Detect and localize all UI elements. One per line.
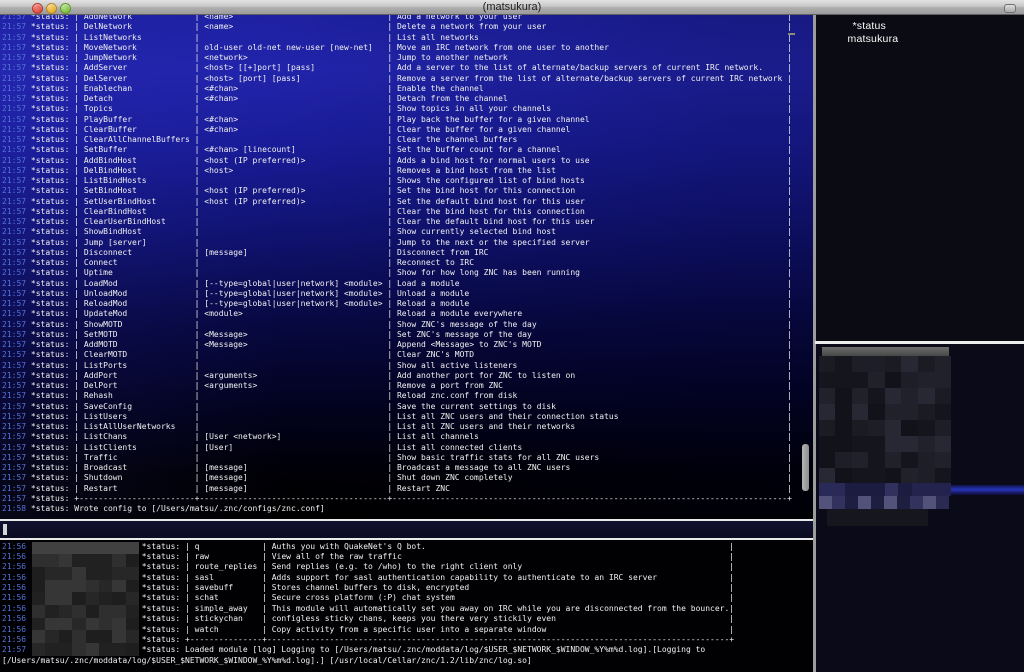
table-row: 21:57 *status: | Topics | | Show topics … <box>2 104 792 114</box>
table-row: 21:57 *status: | ClearMOTD | | Clear ZNC… <box>2 350 792 360</box>
terminal-window: (matsukura) 21:57 *status: | AddNetwork … <box>0 0 1024 672</box>
table-row: 21:57 *status: | ClearAllChannelBuffers … <box>2 135 792 145</box>
table-row: [/Users/matsu/.znc/moddata/log/$USER_$NE… <box>2 656 734 666</box>
redaction-blue-band <box>819 496 950 509</box>
table-row: 21:57 *status: | ShowMOTD | | Show ZNC's… <box>2 320 792 330</box>
redaction-box <box>32 542 139 656</box>
table-row: 21:57 *status: | DelBindHost | <host> | … <box>2 166 792 176</box>
table-row: 21:57 *status: | AddNetwork | <name> | A… <box>2 14 792 22</box>
toolbar-toggle-icon[interactable] <box>1004 4 1016 13</box>
table-row: 21:57 *status: | Detach | <#chan> | Deta… <box>2 94 792 104</box>
table-row: 21:57 *status: | Restart | [message] | R… <box>2 484 792 494</box>
table-row: 21:57 *status: | PlayBuffer | <#chan> | … <box>2 115 792 125</box>
sidebar-item-status: *status <box>853 20 887 32</box>
table-row: 21:57 *status: | ListPorts | | Show all … <box>2 361 792 371</box>
table-row: 21:57 *status: | Connect | | Reconnect t… <box>2 258 792 268</box>
terminal-input-line[interactable] <box>0 521 813 538</box>
table-row: 21:57 *status: | SetBuffer | <#chan> [li… <box>2 145 792 155</box>
window-title: (matsukura) <box>0 1 1024 13</box>
titlebar[interactable]: (matsukura) <box>0 0 1024 15</box>
top-pane-text: 21:57 *status: | AddNetwork | <name> | A… <box>2 14 792 514</box>
table-row: 21:57 *status: | JumpNetwork | <network>… <box>2 53 792 63</box>
table-row: 21:57 *status: | ShowBindHost | | Show c… <box>2 227 792 237</box>
table-row: 21:57 *status: +------------------------… <box>2 494 792 504</box>
table-row: 21:57 *status: | UpdateMod | <module> | … <box>2 309 792 319</box>
redaction-bar <box>822 347 949 356</box>
table-row: 21:57 *status: | Uptime | | Show for how… <box>2 268 792 278</box>
sidebar-item-matsukura: matsukura <box>848 33 899 45</box>
sidebar-window-list: *status matsukura <box>816 14 1024 341</box>
table-row: 21:57 *status: | ClearBuffer | <#chan> |… <box>2 125 792 135</box>
table-row: 21:57 *status: | MoveNetwork | old-user … <box>2 43 792 53</box>
redaction-blue-streak <box>951 485 1024 495</box>
table-row: 21:57 *status: | AddMOTD | <Message> | A… <box>2 340 792 350</box>
table-row: 21:57 *status: | AddServer | <host> [[+]… <box>2 63 792 73</box>
table-row: 21:57 *status: | ReloadMod | [--type=glo… <box>2 299 792 309</box>
table-row: 21:57 *status: | AddPort | <arguments> |… <box>2 371 792 381</box>
table-row: 21:57 *status: | Shutdown | [message] | … <box>2 473 792 483</box>
table-row: 21:57 *status: | SetBindHost | <host (IP… <box>2 186 792 196</box>
sidebar: *status matsukura <box>816 14 1024 672</box>
redaction-mosaic <box>819 356 952 484</box>
table-row: 21:57 *status: | Rehash | | Reload znc.c… <box>2 391 792 401</box>
table-row: 21:57 *status: | Disconnect | [message] … <box>2 248 792 258</box>
table-row: 21:57 *status: | AddBindHost | <host (IP… <box>2 156 792 166</box>
scroll-indicator-dash <box>788 33 795 35</box>
table-row: 21:57 *status: | ListBindHosts | | Shows… <box>2 176 792 186</box>
top-pane: 21:57 *status: | AddNetwork | <name> | A… <box>0 14 813 519</box>
table-row: 21:57 *status: | DelPort | <arguments> |… <box>2 381 792 391</box>
table-row: 21:57 *status: | SetMOTD | <Message> | S… <box>2 330 792 340</box>
table-row: 21:57 *status: | ListChans | [User <netw… <box>2 432 792 442</box>
table-row: 21:57 *status: | DelServer | <host> [por… <box>2 74 792 84</box>
table-row: 21:57 *status: | Broadcast | [message] |… <box>2 463 792 473</box>
scrollbar-thumb[interactable] <box>802 444 809 491</box>
table-row: 21:57 *status: | Enablechan | <#chan> | … <box>2 84 792 94</box>
table-row: 21:58 *status: Wrote config to [/Users/m… <box>2 504 792 514</box>
table-row: 21:57 *status: | LoadMod | [--type=globa… <box>2 279 792 289</box>
table-row: 21:57 *status: | Jump [server] | | Jump … <box>2 238 792 248</box>
table-row: 21:57 *status: | UnloadMod | [--type=glo… <box>2 289 792 299</box>
table-row: 21:57 *status: | SaveConfig | | Save the… <box>2 402 792 412</box>
table-row: 21:57 *status: | ListUsers | | List all … <box>2 412 792 422</box>
table-row: 21:57 *status: | ClearUserBindHost | | C… <box>2 217 792 227</box>
table-row: 21:57 *status: | ListClients | [User] | … <box>2 443 792 453</box>
text-cursor <box>3 524 7 535</box>
sidebar-divider <box>815 341 1024 344</box>
redaction-blue-band <box>819 483 952 496</box>
table-row: 21:57 *status: | SetUserBindHost | <host… <box>2 197 792 207</box>
main-terminal-area: 21:57 *status: | AddNetwork | <name> | A… <box>0 14 813 672</box>
redaction-dark-band <box>827 509 928 526</box>
table-row: 21:57 *status: | ListAllUserNetworks | |… <box>2 422 792 432</box>
bottom-pane: 21:56 *status: | q | Auths you with Quak… <box>0 540 813 672</box>
table-row: 21:57 *status: | ListNetworks | | List a… <box>2 33 792 43</box>
table-row: 21:57 *status: | DelNetwork | <name> | D… <box>2 22 792 32</box>
table-row: 21:57 *status: | Traffic | | Show basic … <box>2 453 792 463</box>
table-row: 21:57 *status: | ClearBindHost | | Clear… <box>2 207 792 217</box>
